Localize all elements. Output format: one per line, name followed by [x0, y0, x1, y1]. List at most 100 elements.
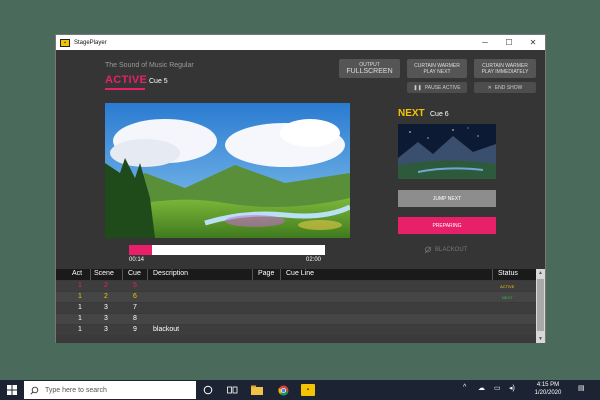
end-show-label: END SHOW — [494, 84, 523, 91]
table-row[interactable]: 1 3 7 — [56, 303, 536, 313]
landscape-image — [105, 103, 350, 238]
active-cue: Cue 5 — [149, 78, 168, 85]
cell-act: 1 — [78, 282, 82, 289]
file-explorer-icon[interactable] — [251, 384, 263, 396]
playback-progress-bar[interactable] — [129, 245, 325, 255]
jump-next-button[interactable]: JUMP NEXT — [398, 190, 496, 207]
active-video-preview — [105, 103, 350, 238]
cell-act: 1 — [78, 293, 82, 300]
cell-act: 1 — [78, 326, 82, 333]
table-row[interactable]: 1 3 9 blackout — [56, 325, 536, 335]
next-label: NEXT — [398, 108, 425, 119]
app-window: ▪ StagePlayer ─ ☐ ✕ The Sound of Music R… — [55, 34, 546, 343]
next-cue: Cue 6 — [430, 111, 449, 118]
cell-description: blackout — [153, 326, 180, 333]
taskbar-search[interactable]: Type here to search — [24, 381, 196, 399]
cortana-ring — [203, 385, 213, 395]
col-divider — [90, 269, 91, 280]
active-label: ACTIVE — [105, 74, 148, 86]
cell-scene: 2 — [104, 293, 108, 300]
maximize-button[interactable]: ☐ — [497, 35, 521, 50]
cell-act: 1 — [78, 304, 82, 311]
window-title: StagePlayer — [74, 39, 107, 46]
col-divider — [252, 269, 253, 280]
cell-status: ACTIVE — [500, 284, 515, 289]
end-show-button[interactable]: ✕ END SHOW — [474, 82, 536, 93]
task-view-icon[interactable] — [226, 384, 238, 396]
cell-cue: 6 — [133, 293, 137, 300]
active-underline — [105, 88, 145, 90]
chrome-icon[interactable] — [277, 384, 289, 396]
bulb-off-icon — [424, 246, 432, 254]
pause-active-button[interactable]: ❚❚ PAUSE ACTIVE — [407, 82, 467, 93]
table-row[interactable]: 1 2 5 ACTIVE — [56, 281, 536, 291]
volume-icon[interactable]: ◂) — [509, 384, 515, 392]
next-video-thumbnail — [398, 124, 496, 179]
cell-cue: 7 — [133, 304, 137, 311]
show-name: The Sound of Music Regular — [105, 62, 194, 69]
cue-table: Act Scene Cue Description Page Cue Line … — [56, 269, 545, 343]
col-act[interactable]: Act — [72, 270, 82, 277]
pause-active-label: PAUSE ACTIVE — [424, 84, 461, 91]
curtain-warmer-play-next-button[interactable]: CURTAIN WARMER PLAY NEXT — [407, 59, 467, 78]
app-logo-icon: ▪ — [60, 38, 70, 47]
scroll-thumb[interactable] — [537, 279, 544, 331]
task-view-glyph — [226, 386, 237, 394]
night-landscape-image — [398, 124, 496, 179]
col-cue[interactable]: Cue — [128, 270, 141, 277]
cw-imm-line2: PLAY IMMEDIATELY — [481, 68, 529, 75]
cell-act: 1 — [78, 315, 82, 322]
search-placeholder: Type here to search — [45, 386, 107, 394]
clock-time: 4:15 PM — [536, 382, 560, 388]
col-divider — [280, 269, 281, 280]
col-description[interactable]: Description — [153, 270, 188, 277]
col-cue-line[interactable]: Cue Line — [286, 270, 314, 277]
preparing-button[interactable]: PREPARING — [398, 217, 496, 234]
scroll-up-icon[interactable]: ▲ — [536, 269, 545, 277]
cell-scene: 3 — [104, 304, 108, 311]
title-bar[interactable]: ▪ StagePlayer ─ ☐ ✕ — [56, 35, 545, 50]
col-status[interactable]: Status — [498, 270, 518, 277]
col-divider — [122, 269, 123, 280]
col-page[interactable]: Page — [258, 270, 274, 277]
cortana-icon[interactable] — [202, 384, 214, 396]
cell-scene: 3 — [104, 326, 108, 333]
fullscreen-label: FULLSCREEN — [346, 68, 393, 75]
chrome-glyph — [277, 385, 288, 395]
folder-glyph — [251, 385, 263, 395]
cloud-icon[interactable]: ☁ — [478, 384, 485, 392]
curtain-warmer-play-immediately-button[interactable]: CURTAIN WARMER PLAY IMMEDIATELY — [474, 59, 536, 78]
notification-icon[interactable]: ▤ — [578, 384, 585, 392]
cell-cue: 5 — [133, 282, 137, 289]
cell-cue: 8 — [133, 315, 137, 322]
col-divider — [492, 269, 493, 280]
scroll-down-icon[interactable]: ▼ — [536, 335, 545, 343]
blackout-button[interactable]: BLACKOUT — [424, 246, 467, 254]
table-row[interactable]: 1 2 6 NEXT — [56, 292, 536, 302]
col-scene[interactable]: Scene — [94, 270, 114, 277]
col-divider — [147, 269, 148, 280]
stageplayer-taskbar-icon[interactable]: ▪ — [301, 384, 315, 396]
table-scrollbar[interactable]: ▲ ▼ — [536, 269, 545, 343]
cell-scene: 2 — [104, 282, 108, 289]
close-button[interactable]: ✕ — [521, 35, 545, 50]
player-panel: The Sound of Music Regular ACTIVE Cue 5 … — [56, 50, 545, 269]
search-icon — [30, 386, 39, 395]
pause-icon: ❚❚ — [413, 84, 422, 91]
window-controls: ─ ☐ ✕ — [473, 35, 545, 50]
system-clock[interactable]: 4:15 PM 1/20/2020 — [528, 381, 568, 397]
cw-next-line2: PLAY NEXT — [423, 68, 451, 75]
tray-chevron-icon[interactable]: ^ — [463, 384, 466, 391]
windows-logo-icon — [7, 385, 17, 395]
network-icon[interactable]: ▭ — [494, 384, 501, 392]
output-fullscreen-button[interactable]: OUTPUT FULLSCREEN — [339, 59, 400, 78]
cell-cue: 9 — [133, 326, 137, 333]
start-button[interactable] — [0, 380, 24, 400]
duration-time: 02:00 — [306, 257, 322, 263]
table-row[interactable]: 1 3 8 — [56, 314, 536, 324]
clock-date: 1/20/2020 — [534, 390, 562, 396]
minimize-button[interactable]: ─ — [473, 35, 497, 50]
stageplayer-glyph: ▪ — [306, 387, 310, 393]
cell-scene: 3 — [104, 315, 108, 322]
end-show-icon: ✕ — [487, 84, 492, 91]
